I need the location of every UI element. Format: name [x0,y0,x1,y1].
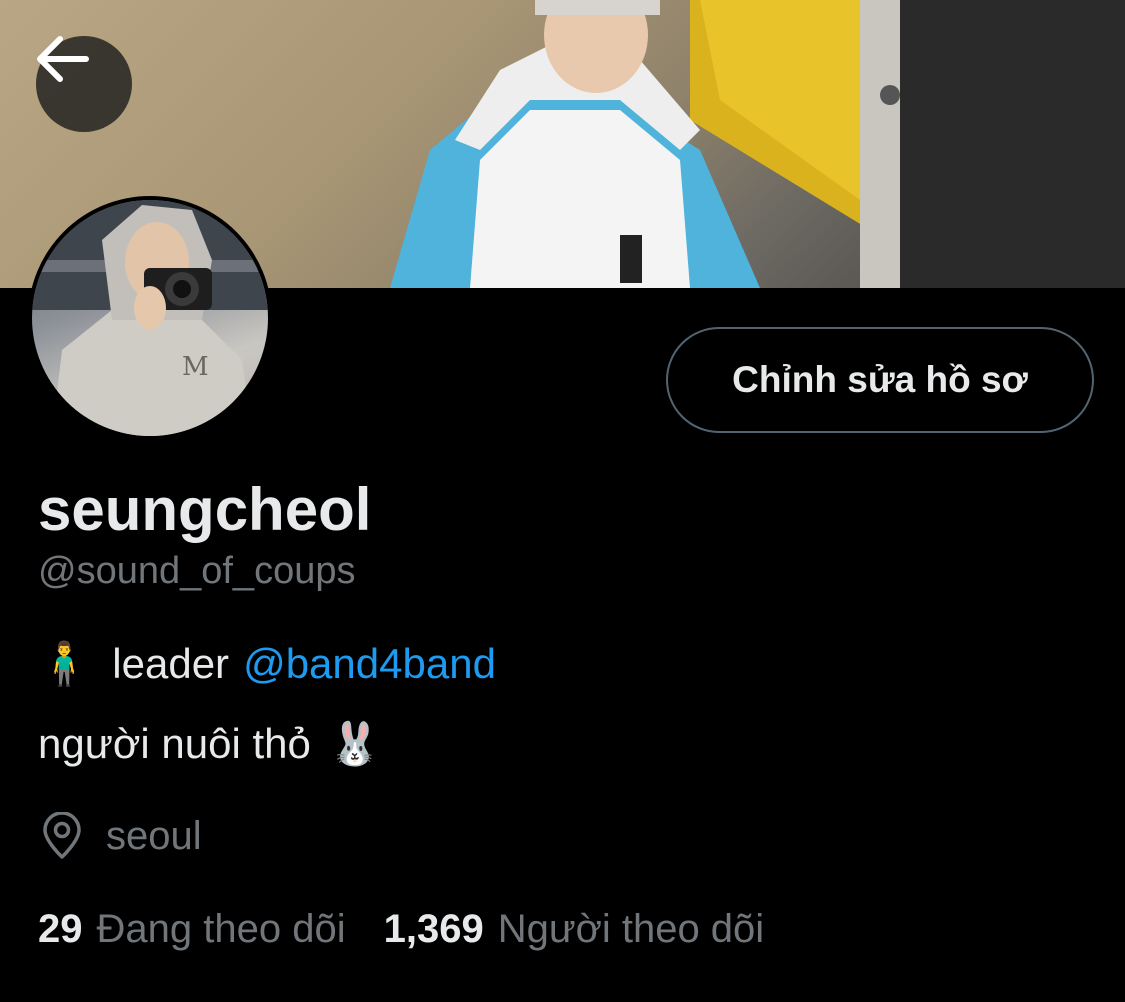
followers-count: 1,369 [383,907,484,951]
profile-location: seoul [40,812,202,860]
bio-line-2: người nuôi thỏ 🐰 [38,718,381,770]
bio-text: người nuôi thỏ [38,720,311,767]
bio-line-1: 🧍‍♂️ leader @band4band [38,638,496,690]
arrow-left-icon [37,36,89,82]
following-count: 29 [38,907,83,951]
followers-label: Người theo dõi [497,907,765,951]
bio-text: leader [112,640,230,687]
bio-mention-link[interactable]: @band4band [243,638,496,690]
followers-link[interactable]: 1,369 Người theo dõi [384,904,765,954]
person-standing-emoji: 🧍‍♂️ [38,640,91,687]
edit-profile-button[interactable]: Chỉnh sửa hồ sơ [666,327,1094,433]
following-label: Đang theo dõi [96,907,346,951]
following-link[interactable]: 29 Đang theo dõi [38,904,346,954]
svg-text:M: M [182,352,209,382]
location-text: seoul [106,813,202,858]
edit-profile-label: Chỉnh sửa hồ sơ [732,359,1028,400]
profile-avatar[interactable]: M [28,196,272,440]
rabbit-emoji: 🐰 [328,720,382,767]
back-button[interactable] [36,36,132,132]
follow-stats: 29 Đang theo dõi 1,369 Người theo dõi [38,904,764,954]
avatar-photo: M [32,200,268,436]
user-handle: @sound_of_coups [38,550,356,592]
location-pin-icon [43,812,81,859]
display-name: seungcheol [38,476,372,543]
